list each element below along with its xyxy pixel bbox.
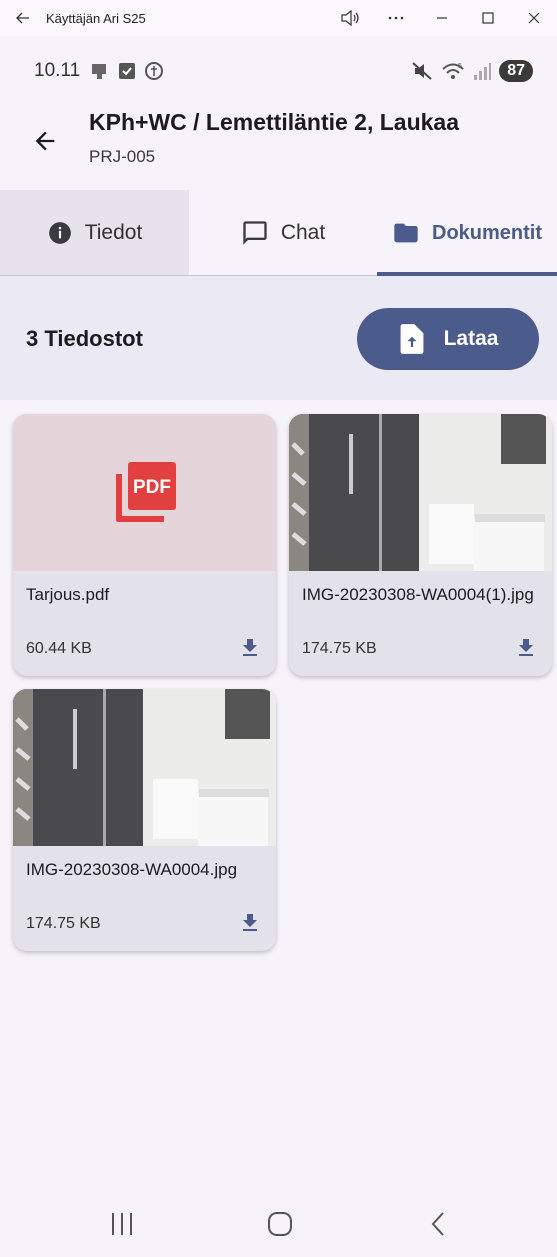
minimize-button[interactable] [419, 0, 465, 36]
file-card[interactable]: IMG-20230308-WA0004(1).jpg 174.75 KB [289, 414, 552, 676]
system-back-button[interactable] [418, 1204, 458, 1244]
folder-icon [394, 223, 418, 242]
app-bar: KPh+WC / Lemettiläntie 2, Laukaa PRJ-005 [0, 106, 557, 190]
tab-dokumentit[interactable]: Dokumentit [377, 190, 557, 276]
file-size: 174.75 KB [26, 915, 101, 932]
status-right: 5 87 [411, 60, 533, 82]
file-count: 3 Tiedostot [26, 326, 143, 351]
arrow-back-icon [35, 131, 55, 151]
tab-tiedot[interactable]: Tiedot [0, 190, 189, 275]
upload-file-icon [400, 324, 423, 354]
svg-text:5: 5 [458, 63, 462, 70]
file-name: IMG-20230308-WA0004(1).jpg [302, 585, 534, 604]
checkbox-notification-icon [119, 63, 136, 79]
file-card[interactable]: PDF Tarjous.pdf 60.44 KB [13, 414, 276, 676]
tab-label: Dokumentit [432, 221, 542, 244]
upload-button[interactable]: Lataa [357, 308, 539, 370]
more-button[interactable] [373, 0, 419, 36]
phone-screen: 10.11 5 87 KPh+WC / Lemettiläntie 2, Lau… [0, 36, 557, 1257]
status-bar: 10.11 5 87 [0, 36, 557, 106]
tab-bar: Tiedot Chat Dokumentit [0, 190, 557, 276]
tab-label: Chat [280, 220, 326, 244]
signal-icon [474, 63, 492, 80]
battery-level: 87 [499, 60, 533, 82]
pdf-thumbnail: PDF [13, 414, 276, 571]
home-icon [268, 1212, 292, 1236]
close-button[interactable] [511, 0, 557, 36]
recent-apps-icon [112, 1213, 132, 1235]
back-button[interactable] [28, 124, 62, 158]
download-icon[interactable] [238, 911, 262, 935]
file-name: Tarjous.pdf [26, 585, 110, 604]
back-icon [16, 12, 29, 24]
file-card[interactable]: IMG-20230308-WA0004.jpg 174.75 KB [13, 689, 276, 951]
notification-icons [90, 61, 164, 81]
download-icon[interactable] [514, 636, 538, 660]
minimize-icon [437, 17, 447, 19]
pdf-icon: PDF [115, 461, 176, 522]
recent-apps-button[interactable] [102, 1204, 142, 1244]
status-time: 10.11 [34, 60, 81, 81]
window-back-button[interactable] [0, 0, 46, 36]
tab-chat[interactable]: Chat [189, 190, 377, 275]
maximize-icon [482, 12, 494, 24]
image-thumbnail [289, 414, 552, 571]
files-toolbar: 3 Tiedostot Lataa [0, 276, 557, 400]
more-icon [388, 16, 404, 20]
file-name: IMG-20230308-WA0004.jpg [26, 860, 238, 879]
chat-icon [243, 220, 267, 245]
upload-label: Lataa [443, 327, 499, 350]
system-back-icon [431, 1212, 444, 1236]
mute-icon [412, 62, 432, 80]
badge-notification-icon [145, 62, 164, 80]
info-icon [48, 221, 71, 244]
svg-text:PDF: PDF [133, 477, 171, 498]
project-code: PRJ-005 [89, 147, 156, 166]
file-size: 60.44 KB [26, 640, 92, 657]
file-size: 174.75 KB [302, 640, 377, 657]
window-titlebar: Käyttäjän Ari S25 [0, 0, 557, 36]
speaker-icon [341, 10, 359, 26]
close-icon [528, 12, 540, 24]
wifi-icon: 5 [442, 63, 464, 79]
notification-app-icon [92, 64, 107, 79]
speaker-button[interactable] [327, 0, 373, 36]
window-title: Käyttäjän Ari S25 [46, 10, 146, 26]
page-title: KPh+WC / Lemettiläntie 2, Laukaa [89, 109, 460, 135]
maximize-button[interactable] [465, 0, 511, 36]
download-icon[interactable] [238, 636, 262, 660]
tab-label: Tiedot [84, 220, 143, 244]
system-navigation-bar [0, 1186, 557, 1257]
image-thumbnail [13, 689, 276, 846]
home-button[interactable] [260, 1204, 300, 1244]
